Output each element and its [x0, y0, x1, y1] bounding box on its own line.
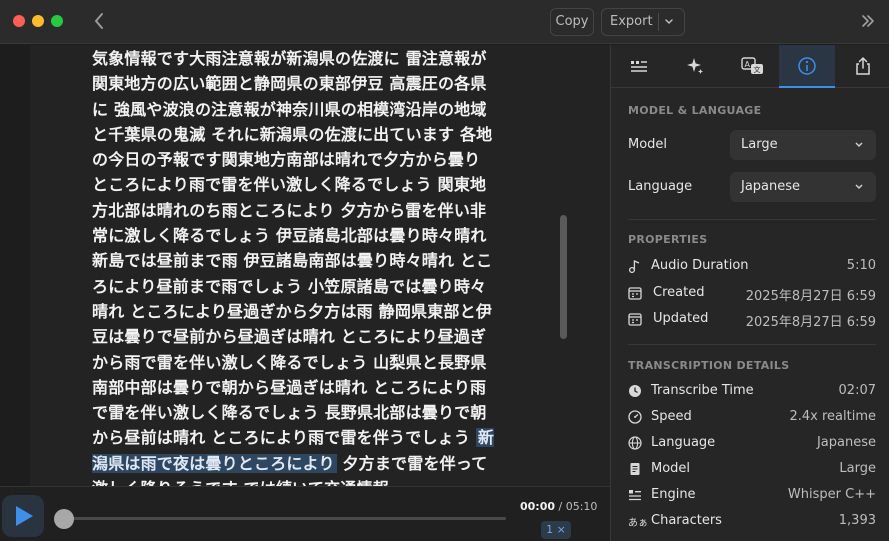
toggle-sidebar-button[interactable]: [860, 9, 876, 34]
info-tab[interactable]: [779, 45, 835, 88]
gauge-icon: [628, 410, 642, 424]
time-separator: /: [555, 500, 566, 513]
chevron-down-icon: [854, 130, 864, 173]
details-model-row: Model Large: [628, 460, 876, 480]
transcript-scrollbar[interactable]: [560, 215, 567, 339]
speed-value: 2.4x realtime: [789, 409, 876, 424]
share-icon: [856, 56, 870, 75]
translate-tab[interactable]: A文: [723, 45, 779, 88]
quote-list-icon: [631, 61, 647, 72]
transcript-tab[interactable]: [611, 45, 667, 88]
music-note-icon: [628, 260, 640, 273]
title-bar: Copy Export: [0, 0, 889, 44]
characters-label: Characters: [651, 513, 722, 528]
export-button[interactable]: Export: [601, 8, 685, 36]
export-menu-chevron-down-icon[interactable]: [664, 9, 674, 46]
audio-duration-label: Audio Duration: [651, 258, 749, 273]
current-time: 00:00: [520, 500, 556, 513]
svg-text:文: 文: [754, 65, 761, 74]
audio-player: 00:00 / 05:10 1 ×: [0, 486, 610, 541]
engine-label: Engine: [651, 487, 696, 502]
engine-row: Engine Whisper C++: [628, 486, 876, 506]
language-select-value: Japanese: [741, 179, 801, 194]
updated-row: Updated 2025年8月27日 6:59: [628, 310, 876, 330]
calendar-icon: [628, 313, 642, 326]
share-tab[interactable]: [835, 45, 889, 88]
section-divider: [628, 219, 876, 220]
characters-value: 1,393: [838, 513, 876, 528]
transcript-text[interactable]: 気象情報です大雨注意報が新潟県の佐渡に 雷注意報が関東地方の広い範囲と静岡県の東…: [92, 46, 502, 501]
created-row: Created 2025年8月27日 6:59: [628, 284, 876, 304]
updated-label: Updated: [653, 311, 709, 326]
export-label: Export: [610, 14, 653, 29]
playback-track[interactable]: [56, 517, 506, 520]
copy-button[interactable]: Copy: [550, 8, 594, 36]
created-value: 2025年8月27日 6:59: [745, 289, 876, 304]
characters-icon: あぁ: [628, 518, 648, 529]
translate-icon: A文: [741, 57, 763, 74]
svg-text:A: A: [745, 60, 751, 69]
properties-title: PROPERTIES: [628, 233, 708, 246]
left-gutter: [0, 45, 30, 541]
chevron-left-icon: [95, 13, 103, 29]
engine-list-icon: [629, 490, 641, 501]
double-chevron-right-icon: [862, 15, 874, 27]
details-language-row: Language Japanese: [628, 434, 876, 454]
ai-tab[interactable]: [667, 45, 723, 88]
model-select-value: Large: [741, 137, 778, 152]
model-label: Model: [628, 137, 668, 152]
globe-icon: [628, 436, 642, 450]
close-window-button[interactable]: [13, 15, 25, 27]
clock-icon: [629, 385, 641, 397]
info-icon: [798, 57, 816, 75]
details-model-label: Model: [651, 461, 691, 476]
characters-row: あぁ Characters 1,393: [628, 512, 876, 532]
updated-value: 2025年8月27日 6:59: [745, 315, 876, 330]
zoom-window-button[interactable]: [51, 15, 63, 27]
details-model-value: Large: [839, 461, 876, 476]
audio-duration-value: 5:10: [846, 258, 876, 273]
model-select[interactable]: Large: [730, 130, 876, 160]
chevron-down-icon: [854, 172, 864, 215]
transcribe-time-label: Transcribe Time: [651, 383, 754, 398]
details-language-label: Language: [651, 435, 716, 450]
transcribe-time-value: 02:07: [838, 383, 876, 398]
total-time: 05:10: [565, 500, 598, 513]
inspector-sidebar: A文 MODEL & LANGUAGE Model Large Language…: [610, 45, 889, 541]
speed-label: Speed: [651, 409, 692, 424]
transcribe-time-row: Transcribe Time 02:07: [628, 382, 876, 402]
speed-row: Speed 2.4x realtime: [628, 408, 876, 428]
transcription-details-title: TRANSCRIPTION DETAILS: [628, 359, 790, 372]
section-divider: [628, 344, 876, 345]
transcript-text-before: 気象情報です大雨注意報が新潟県の佐渡に 雷注意報が関東地方の広い範囲と静岡県の東…: [92, 49, 493, 448]
engine-value: Whisper C++: [787, 487, 876, 502]
language-label: Language: [628, 179, 693, 194]
transcript-area[interactable]: 気象情報です大雨注意報が新潟県の佐渡に 雷注意報が関東地方の広い範囲と静岡県の東…: [0, 45, 610, 541]
created-label: Created: [653, 285, 705, 300]
playback-time: 00:00 / 05:10: [520, 500, 597, 513]
audio-duration-row: Audio Duration 5:10: [628, 257, 876, 277]
playback-knob[interactable]: [54, 509, 74, 529]
model-language-title: MODEL & LANGUAGE: [628, 104, 762, 117]
export-divider: [658, 13, 659, 31]
play-icon: [16, 506, 33, 526]
playback-speed-button[interactable]: 1 ×: [541, 521, 571, 539]
minimize-window-button[interactable]: [32, 15, 44, 27]
details-language-value: Japanese: [816, 435, 876, 450]
document-icon: [630, 463, 640, 475]
play-button[interactable]: [2, 495, 44, 537]
back-button[interactable]: [88, 9, 110, 33]
language-select[interactable]: Japanese: [730, 172, 876, 202]
sidebar-tabs: A文: [611, 45, 889, 88]
calendar-icon: [628, 287, 642, 300]
sparkles-icon: [687, 58, 703, 74]
